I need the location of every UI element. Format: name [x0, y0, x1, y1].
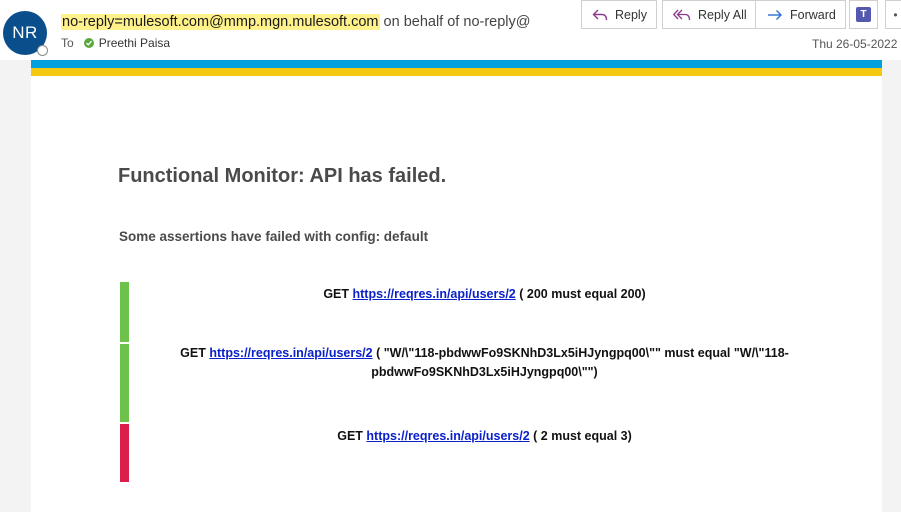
teams-icon: T	[856, 7, 871, 22]
assertion-message: ( 200 must equal 200)	[519, 287, 646, 301]
header-bar-yellow	[31, 68, 882, 76]
assertion-row: GET https://reqres.in/api/users/2 ( "W/\…	[120, 344, 840, 422]
available-status-icon	[83, 38, 94, 48]
more-icon: •	[893, 7, 898, 22]
forward-icon	[767, 9, 783, 21]
reply-all-icon	[673, 8, 691, 22]
more-actions-button[interactable]: •	[885, 0, 901, 29]
assertion-row: GET https://reqres.in/api/users/2 ( 200 …	[120, 282, 840, 342]
forward-label: Forward	[790, 7, 836, 22]
assertion-method: GET	[180, 346, 206, 360]
reply-button[interactable]: Reply	[581, 0, 657, 29]
assertion-message: ( 2 must equal 3)	[533, 429, 632, 443]
assertion-link[interactable]: https://reqres.in/api/users/2	[209, 346, 372, 360]
sender-line: no-reply=mulesoft.com@mmp.mgn.mulesoft.c…	[61, 14, 530, 30]
email-title: Functional Monitor: API has failed.	[118, 165, 447, 187]
assertion-link[interactable]: https://reqres.in/api/users/2	[353, 287, 516, 301]
reply-icon	[592, 8, 608, 22]
assertion-link[interactable]: https://reqres.in/api/users/2	[366, 429, 529, 443]
status-stripe	[120, 424, 129, 482]
reply-all-button[interactable]: Reply All	[662, 0, 756, 29]
message-date: Thu 26-05-2022 1	[812, 37, 901, 51]
on-behalf-email[interactable]: no-reply@	[463, 14, 530, 30]
status-stripe	[120, 282, 129, 342]
assertion-method: GET	[337, 429, 363, 443]
recipients-line: To Preethi Paisa	[61, 36, 170, 50]
assertion-text: GET https://reqres.in/api/users/2 ( "W/\…	[129, 344, 840, 382]
header-bar-blue	[31, 60, 882, 68]
assertion-row: GET https://reqres.in/api/users/2 ( 2 mu…	[120, 424, 840, 482]
forward-button[interactable]: Forward	[755, 0, 846, 29]
to-label: To	[61, 36, 74, 50]
sender-email[interactable]: no-reply=mulesoft.com@mmp.mgn.mulesoft.c…	[61, 14, 380, 30]
message-header: NR no-reply=mulesoft.com@mmp.mgn.mulesof…	[0, 0, 901, 60]
reply-all-label: Reply All	[698, 7, 747, 22]
on-behalf-text: on behalf of	[383, 14, 460, 30]
assertion-text: GET https://reqres.in/api/users/2 ( 200 …	[129, 285, 840, 304]
email-subtitle: Some assertions have failed with config:…	[119, 229, 429, 244]
recipient-name[interactable]: Preethi Paisa	[99, 36, 170, 50]
assertion-method: GET	[323, 287, 350, 301]
teams-button[interactable]: T	[849, 0, 878, 29]
assertion-message: ( "W/\"118-pbdwwFo9SKNhD3Lx5iHJyngpq00\"…	[371, 346, 789, 379]
assertion-text: GET https://reqres.in/api/users/2 ( 2 mu…	[129, 427, 840, 446]
status-stripe	[120, 344, 129, 422]
presence-status-icon	[37, 45, 48, 56]
sender-avatar-container[interactable]: NR	[3, 11, 48, 56]
message-actions: Reply Reply All Forward T •	[581, 0, 901, 30]
reply-label: Reply	[615, 7, 647, 22]
email-body: Functional Monitor: API has failed. Some…	[31, 60, 882, 512]
